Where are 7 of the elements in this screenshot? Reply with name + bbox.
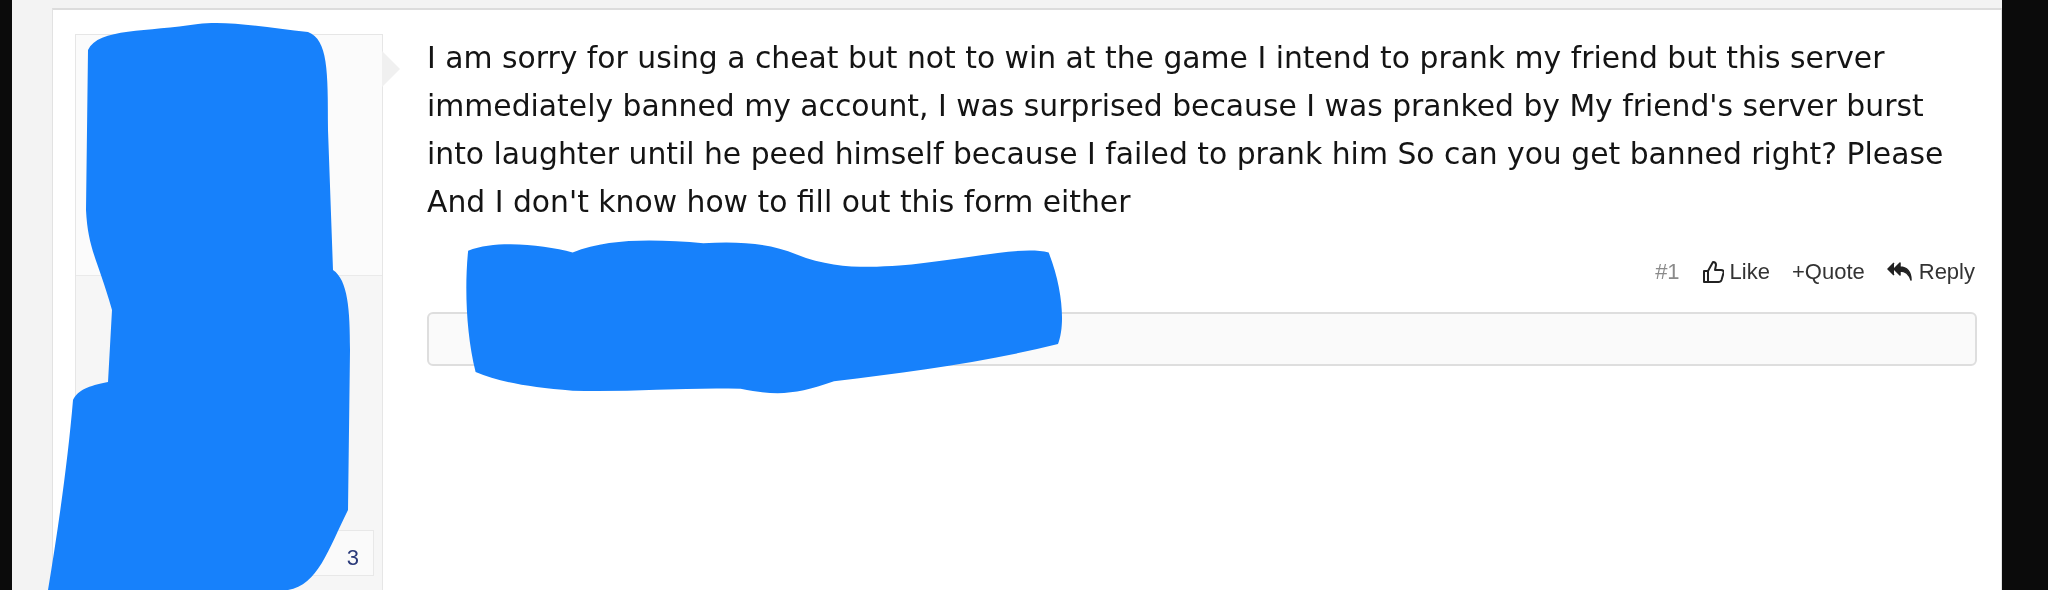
post-message: I am sorry for using a cheat but not to win at the game I intend to prank my friend but this server immediately banned my account, I was surprised because I was pranked by My friend's server burst into laughter until he peed himself because I failed to prank him So can you get banned right? Please And I don't know how to fill out this form either xyxy=(427,39,1945,221)
quote-link[interactable]: +Quote xyxy=(1791,259,1865,285)
stat-value: 3 xyxy=(346,545,359,571)
reply-link[interactable]: Reply xyxy=(1886,259,1975,285)
reply-all-icon xyxy=(1886,261,1913,283)
like-link[interactable]: Like xyxy=(1701,259,1770,285)
thumbs-up-icon xyxy=(1701,260,1724,284)
